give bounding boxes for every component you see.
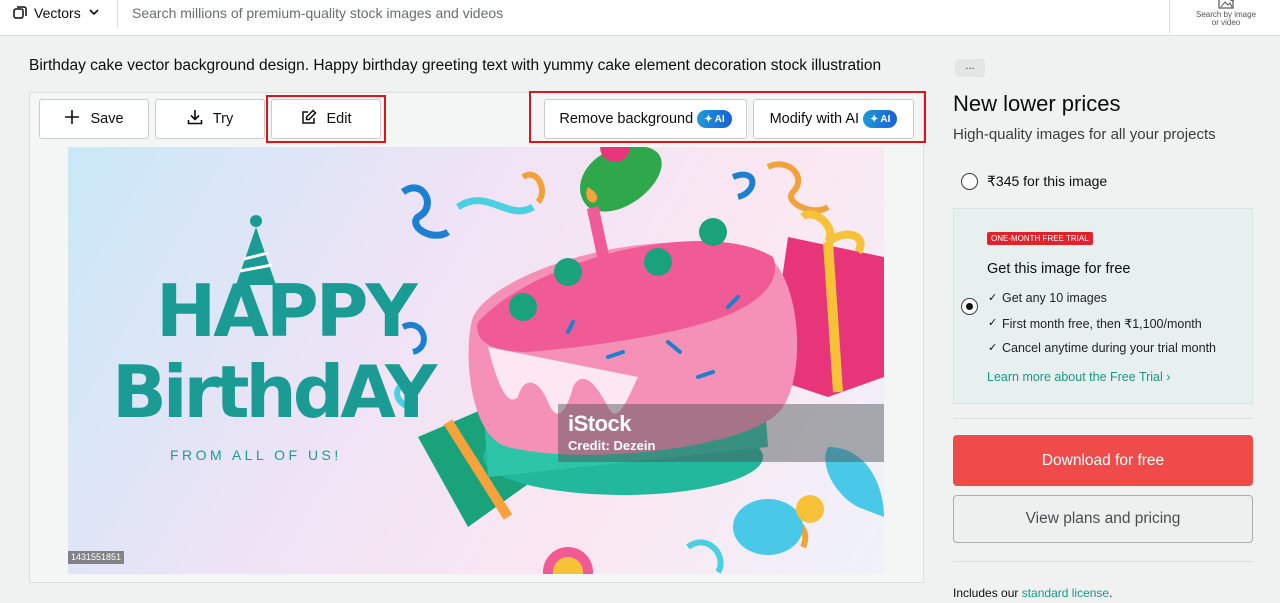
sparkle-icon: ✦: [870, 113, 879, 125]
learn-more-link[interactable]: Learn more about the Free Trial ›: [987, 370, 1170, 384]
top-bar: Vectors Search by image or video: [0, 0, 1280, 36]
try-button[interactable]: Try: [155, 99, 265, 139]
license-suffix: .: [1109, 586, 1113, 600]
edit-label: Edit: [326, 111, 352, 127]
ai-badge: ✦ AI: [697, 110, 732, 128]
search-input[interactable]: [132, 2, 832, 24]
more-button[interactable]: ...: [955, 59, 985, 77]
preview-image[interactable]: HAPPY BirthdAY FROM ALL OF US! iStock Cr…: [68, 147, 884, 574]
checkmark-icon: ✓: [988, 342, 998, 354]
checkmark-icon: ✓: [988, 317, 998, 329]
sparkle-icon: ✦: [704, 113, 713, 125]
divider: [953, 561, 1253, 562]
save-button[interactable]: Save: [39, 99, 149, 139]
divider: [1169, 0, 1170, 34]
license-note: Includes our standard license.: [953, 586, 1112, 600]
remove-background-button[interactable]: Remove background ✦ AI: [544, 99, 747, 139]
divider: [117, 0, 118, 28]
license-prefix: Includes our: [953, 586, 1019, 600]
single-image-price-label[interactable]: ₹345 for this image: [987, 173, 1107, 190]
checkmark-icon: ✓: [988, 292, 998, 304]
chevron-down-icon: [89, 8, 99, 19]
pricing-subheading: High-quality images for all your project…: [953, 126, 1216, 143]
search-by-image-button[interactable]: Search by image or video: [1186, 0, 1266, 27]
modify-with-ai-button[interactable]: Modify with AI ✦ AI: [753, 99, 914, 139]
divider: [953, 418, 1253, 419]
pricing-heading: New lower prices: [953, 91, 1121, 116]
edit-button[interactable]: Edit: [271, 99, 381, 139]
free-trial-radio[interactable]: [961, 298, 978, 315]
ai-badge-label: AI: [714, 113, 725, 125]
trial-heading: Get this image for free: [987, 261, 1131, 277]
greeting-subline: FROM ALL OF US!: [170, 447, 342, 463]
greeting-line-1: HAPPY: [156, 269, 418, 353]
remove-background-label: Remove background: [559, 111, 694, 127]
save-label: Save: [90, 111, 124, 127]
plus-icon: [64, 109, 80, 129]
download-button[interactable]: Download for free: [953, 435, 1253, 486]
trial-point: Cancel anytime during your trial month: [1002, 341, 1216, 355]
trial-badge: ONE-MONTH FREE TRIAL: [987, 232, 1093, 245]
try-label: Try: [212, 111, 234, 127]
asset-type-label: Vectors: [34, 5, 81, 21]
trial-point: Get any 10 images: [1002, 291, 1107, 305]
watermark-brand: iStock: [568, 411, 632, 436]
greeting-line-2: BirthdAY: [112, 350, 437, 434]
single-image-radio[interactable]: [961, 173, 978, 190]
ai-badge: ✦ AI: [863, 110, 898, 128]
trial-point: First month free, then ₹1,100/month: [1002, 317, 1202, 331]
ai-badge-label: AI: [880, 113, 891, 125]
image-search-icon: [1215, 0, 1237, 10]
page-title: Birthday cake vector background design. …: [29, 57, 882, 74]
download-icon: [187, 109, 203, 129]
image-id-label: 1431551851: [68, 551, 125, 564]
search-by-image-label-2: or video: [1211, 18, 1241, 27]
asset-type-dropdown[interactable]: Vectors: [12, 2, 99, 24]
edit-icon: [301, 109, 317, 129]
standard-license-link[interactable]: standard license: [1022, 586, 1109, 600]
modify-with-ai-label: Modify with AI: [769, 111, 860, 127]
collection-icon: [12, 4, 28, 23]
watermark-credit: Credit: Dezein: [568, 438, 656, 453]
view-plans-button[interactable]: View plans and pricing: [953, 495, 1253, 543]
